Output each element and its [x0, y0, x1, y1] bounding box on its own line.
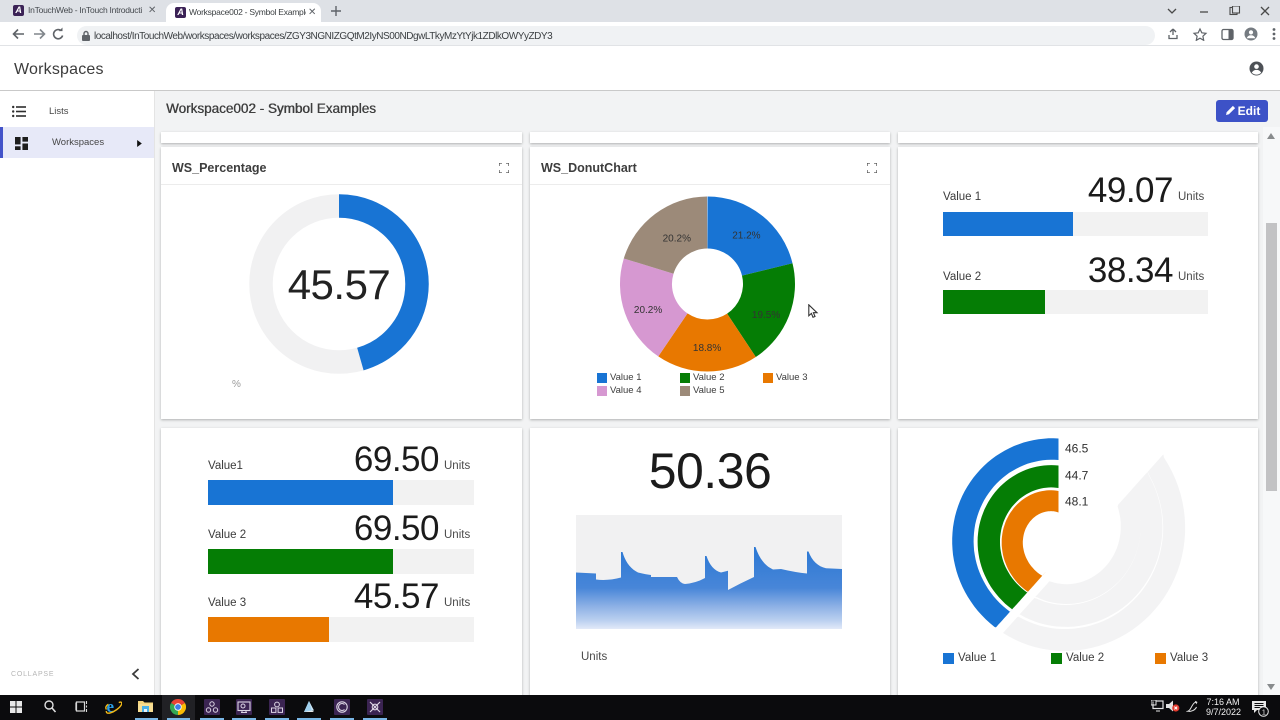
svg-text:1: 1: [1262, 708, 1266, 717]
svg-text:44.7: 44.7: [1065, 469, 1089, 483]
svg-text:%: %: [232, 379, 241, 390]
svg-text:46.5: 46.5: [1065, 442, 1089, 456]
svg-text:45.57: 45.57: [288, 261, 391, 308]
svg-text:18.8%: 18.8%: [693, 343, 721, 354]
svg-text:20.2%: 20.2%: [663, 234, 691, 245]
svg-text:48.1: 48.1: [1065, 495, 1089, 509]
svg-text:21.2%: 21.2%: [732, 231, 760, 242]
svg-text:19.5%: 19.5%: [752, 310, 780, 321]
svg-text:20.2%: 20.2%: [634, 305, 662, 316]
